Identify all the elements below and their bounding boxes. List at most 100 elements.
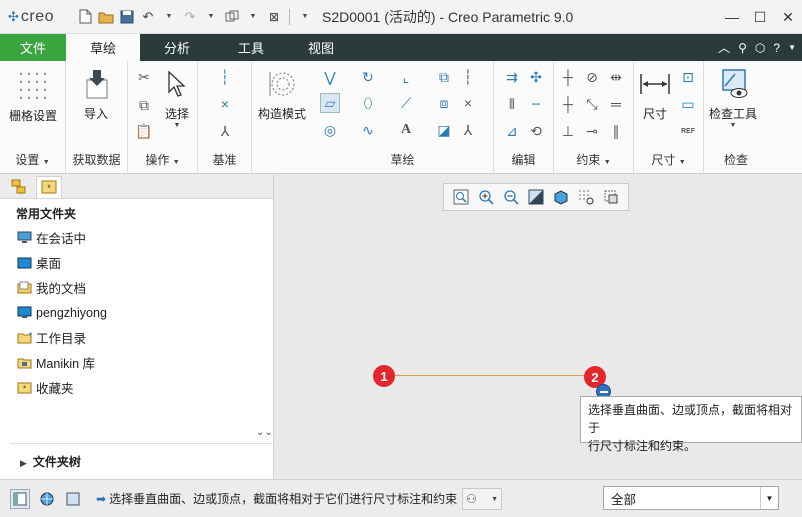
folder-tree-toggle[interactable]: ▶ 文件夹树 xyxy=(20,453,81,470)
customize-toolbar-icon[interactable]: ▼ xyxy=(296,8,314,26)
close-icon[interactable]: ✕ xyxy=(774,0,802,34)
reference-dimension-icon[interactable]: REF xyxy=(678,121,698,141)
dimension-button[interactable]: 尺寸 xyxy=(638,67,672,122)
open-folder-icon[interactable] xyxy=(97,8,115,26)
redo-icon[interactable]: ↷ xyxy=(181,8,199,26)
operations-group-label[interactable]: 操作 ▼ xyxy=(128,151,197,168)
nav-item-favorites[interactable]: * 收藏夹 xyxy=(0,375,273,400)
help-dropdown-icon[interactable]: ▼ xyxy=(788,43,796,52)
construction-mode-button[interactable]: 构造模式 xyxy=(258,67,306,122)
arc-icon[interactable]: ↻ xyxy=(358,67,378,87)
mirror-icon[interactable]: ⫴ xyxy=(502,94,522,114)
palette-icon[interactable]: ◪ xyxy=(434,120,454,140)
favorites-tab-icon[interactable]: * xyxy=(36,175,62,198)
minimize-icon[interactable]: — xyxy=(718,0,746,34)
regenerate-icon[interactable] xyxy=(223,8,241,26)
refit-icon[interactable] xyxy=(451,187,471,207)
repaint-icon[interactable] xyxy=(526,187,546,207)
line-chain-icon[interactable]: ⋁ xyxy=(320,67,340,87)
zoom-out-icon[interactable] xyxy=(501,187,521,207)
point-icon[interactable]: × xyxy=(458,93,478,113)
windows-dropdown-icon[interactable]: ▼ xyxy=(244,8,262,26)
nav-item-working-directory[interactable]: ✦ 工作目录 xyxy=(0,325,273,350)
nav-item-my-documents[interactable]: 我的文档 xyxy=(0,275,273,300)
tab-view[interactable]: 视图 xyxy=(288,34,354,61)
nav-item-manikin-library[interactable]: Manikin 库 xyxy=(0,350,273,375)
coordinate-system-tool-icon[interactable]: ⅄ xyxy=(458,120,478,140)
browser-icon[interactable] xyxy=(37,489,57,509)
constrain-group-label[interactable]: 约束 ▼ xyxy=(554,151,633,168)
select-button[interactable]: 选择 ▼ xyxy=(160,67,194,129)
help-center-icon[interactable]: ⬡ xyxy=(755,41,765,55)
rectangle-icon[interactable]: ▱ xyxy=(320,93,340,113)
expand-chevron-icon[interactable]: ⌄⌄ xyxy=(256,427,273,438)
help-icon[interactable]: ? xyxy=(773,41,780,55)
undo-icon[interactable]: ↶ xyxy=(139,8,157,26)
divide-icon[interactable]: ╌ xyxy=(526,94,546,114)
nav-item-desktop[interactable]: 桌面 xyxy=(0,250,273,275)
fullscreen-icon[interactable] xyxy=(63,489,83,509)
thicken-icon[interactable]: ⧈ xyxy=(434,93,454,113)
sketch-point-1[interactable]: 1 xyxy=(373,365,395,387)
model-tree-tab-icon[interactable] xyxy=(6,176,32,198)
chevron-down-icon[interactable]: ▼ xyxy=(760,487,778,509)
nav-item-in-session[interactable]: 在会话中 xyxy=(0,225,273,250)
graphics-window[interactable]: 1 2 选择垂直曲面、边或顶点，截面将相对于 行尺寸标注和约束。 xyxy=(275,175,802,479)
delete-segment-icon[interactable]: ✣ xyxy=(526,67,546,87)
maximize-icon[interactable]: ☐ xyxy=(746,0,774,34)
baseline-icon[interactable]: ▭ xyxy=(678,94,698,114)
minimize-ribbon-icon[interactable]: ︿ xyxy=(718,39,730,56)
command-search-icon[interactable]: ⚲ xyxy=(738,41,747,55)
tab-sketch[interactable]: 草绘 xyxy=(66,34,140,61)
equal-constraint-icon[interactable]: ═ xyxy=(606,94,626,114)
zoom-in-icon[interactable] xyxy=(476,187,496,207)
datum-display-icon[interactable] xyxy=(576,187,596,207)
centerline-tool-icon[interactable]: ┆ xyxy=(458,67,478,87)
offset-icon[interactable]: ⧉ xyxy=(434,67,454,87)
rotate-resize-icon[interactable]: ⟲ xyxy=(526,121,546,141)
horizontal-constraint-icon[interactable]: ┼ xyxy=(558,94,578,114)
select-dropdown-icon[interactable]: ▼ xyxy=(174,122,181,129)
find-dropdown-icon[interactable]: ▼ xyxy=(491,496,498,503)
display-style-icon[interactable] xyxy=(551,187,571,207)
corner-icon[interactable]: ⊿ xyxy=(502,121,522,141)
symmetric-constraint-icon[interactable]: ⇹ xyxy=(606,67,626,87)
spline-icon[interactable]: ∿ xyxy=(358,120,378,140)
setup-group-label[interactable]: 设置 ▼ xyxy=(0,151,65,168)
grid-settings-button[interactable]: 栅格设置 xyxy=(9,69,57,124)
copy-icon[interactable]: ⧉ xyxy=(134,95,154,115)
tangent-constraint-icon[interactable]: ⊘ xyxy=(582,67,602,87)
circle-icon[interactable]: ◎ xyxy=(320,120,340,140)
modify-icon[interactable]: ⇉ xyxy=(502,67,522,87)
paste-icon[interactable]: 📋 xyxy=(134,121,154,141)
coincident-constraint-icon[interactable]: ⊸ xyxy=(582,121,602,141)
undo-dropdown-icon[interactable]: ▼ xyxy=(160,8,178,26)
inspect-tools-button[interactable]: 检查工具 ▼ xyxy=(709,67,757,129)
redo-dropdown-icon[interactable]: ▼ xyxy=(202,8,220,26)
new-file-icon[interactable] xyxy=(76,8,94,26)
sketch-view-icon[interactable] xyxy=(601,187,621,207)
fillet-icon[interactable]: ⌞ xyxy=(396,67,416,87)
datum-point-icon[interactable]: × xyxy=(215,94,235,114)
parallel-constraint-icon[interactable]: ∥ xyxy=(606,121,626,141)
centerline-icon[interactable]: ┆ xyxy=(215,67,235,87)
selection-filter-dropdown[interactable]: 全部 ▼ xyxy=(603,486,779,510)
close-window-icon[interactable]: ⊠ xyxy=(265,8,283,26)
midpoint-constraint-icon[interactable]: ⤡ xyxy=(582,94,602,114)
tab-tools[interactable]: 工具 xyxy=(214,34,288,61)
perpendicular-constraint-icon[interactable]: ⊥ xyxy=(558,121,578,141)
coordinate-system-icon[interactable]: ⅄ xyxy=(215,121,235,141)
chamfer-icon[interactable]: ⟋ xyxy=(396,93,416,113)
tab-file[interactable]: 文件 xyxy=(0,34,66,61)
cut-icon[interactable]: ✂ xyxy=(134,67,154,87)
save-icon[interactable] xyxy=(118,8,136,26)
perimeter-icon[interactable]: ⊡ xyxy=(678,67,698,87)
inspect-tools-dropdown-icon[interactable]: ▼ xyxy=(730,122,737,129)
ellipse-icon[interactable]: ⬯ xyxy=(358,93,378,113)
dimension-group-label[interactable]: 尺寸 ▼ xyxy=(634,151,703,168)
import-button[interactable]: 导入 xyxy=(79,67,113,122)
toggle-navigator-icon[interactable] xyxy=(10,489,30,509)
find-button[interactable]: ⚇ ▼ xyxy=(462,488,502,510)
vertical-constraint-icon[interactable]: ┼ xyxy=(558,67,578,87)
text-icon[interactable]: A xyxy=(396,120,416,140)
